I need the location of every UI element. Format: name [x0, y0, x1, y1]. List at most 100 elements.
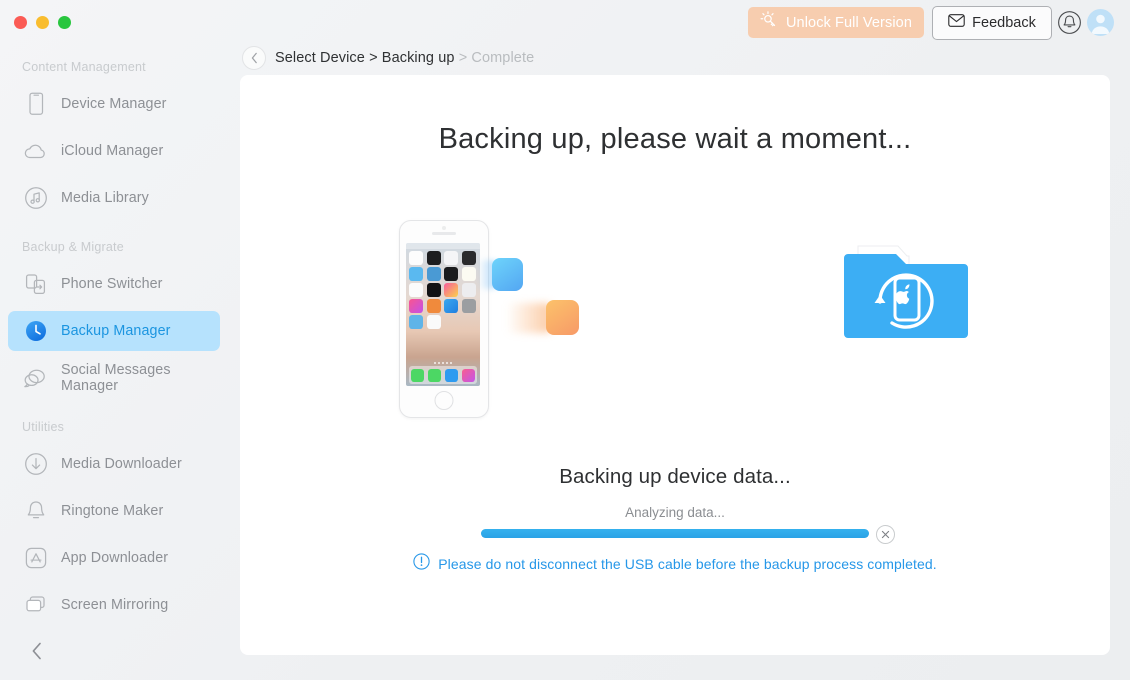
sidebar-section-title: Utilities	[22, 420, 65, 434]
sidebar-item-label: iCloud Manager	[61, 143, 164, 159]
sidebar-item-device-manager[interactable]: Device Manager	[8, 84, 220, 124]
status-title: Backing up device data...	[559, 465, 791, 488]
backup-progress-bar	[481, 529, 869, 538]
sidebar-item-label: Social Messages Manager	[61, 362, 171, 394]
app-icon	[409, 251, 423, 265]
breadcrumb-back-button[interactable]	[242, 46, 266, 70]
unlock-full-version-button[interactable]: Unlock Full Version	[748, 7, 924, 38]
bell-icon	[1058, 11, 1081, 34]
app-icon	[444, 267, 458, 281]
phone-transfer-icon	[22, 270, 50, 298]
app-icon	[409, 283, 423, 297]
app-icon-safari	[445, 368, 458, 382]
sidebar-item-media-library[interactable]: Media Library	[8, 178, 220, 218]
status-subtitle: Analyzing data...	[625, 505, 725, 520]
window-controls	[14, 16, 71, 29]
app-icon-phone	[411, 368, 424, 382]
iphone-home-screen-icon	[399, 220, 489, 418]
app-icon-music	[462, 368, 475, 382]
backup-illustration	[240, 215, 1110, 418]
phone-app-grid	[409, 251, 477, 329]
key-icon	[760, 10, 779, 35]
chat-bubbles-icon	[22, 364, 50, 392]
phone-dock	[409, 366, 477, 384]
app-icon-messages	[428, 368, 441, 382]
app-icon	[409, 299, 423, 313]
app-store-icon	[22, 544, 50, 572]
chevron-left-icon	[32, 642, 41, 660]
zoom-window-button[interactable]	[58, 16, 71, 29]
backup-folder-icon	[844, 230, 968, 345]
sidebar-item-screen-mirroring[interactable]: Screen Mirroring	[8, 585, 220, 625]
music-note-circle-icon	[22, 184, 50, 212]
app-icon	[426, 283, 441, 297]
app-icon	[444, 251, 458, 265]
app-icon	[409, 315, 423, 329]
sidebar-item-icloud-manager[interactable]: iCloud Manager	[8, 131, 220, 171]
app-icon	[426, 315, 441, 329]
close-window-button[interactable]	[14, 16, 27, 29]
title-bar: Unlock Full Version Feedback	[0, 0, 1130, 46]
sidebar-item-media-downloader[interactable]: Media Downloader	[8, 444, 220, 484]
app-icon	[444, 299, 458, 313]
app-icon	[409, 267, 423, 281]
cloud-icon	[22, 137, 50, 165]
sidebar-item-label: Screen Mirroring	[61, 597, 169, 613]
sidebar-item-app-downloader[interactable]: App Downloader	[8, 538, 220, 578]
page-title: Backing up, please wait a moment...	[438, 123, 912, 155]
screens-icon	[22, 591, 50, 619]
phone-home-button	[434, 391, 454, 410]
phone-screen	[406, 243, 480, 386]
notification-button[interactable]	[1057, 10, 1082, 35]
user-avatar-button[interactable]	[1087, 9, 1114, 36]
app-icon	[444, 283, 458, 297]
phone-status-bar	[406, 243, 480, 249]
breadcrumb-step-backing-up[interactable]: Backing up	[382, 50, 455, 66]
app-icon	[461, 251, 476, 265]
data-block-blue	[492, 258, 523, 291]
feedback-button[interactable]: Feedback	[932, 6, 1052, 40]
phone-camera	[442, 226, 446, 230]
sidebar-item-backup-manager[interactable]: Backup Manager	[8, 311, 220, 351]
app-icon	[461, 267, 476, 281]
phone-speaker	[432, 232, 456, 235]
collapse-sidebar-button[interactable]	[24, 638, 50, 664]
download-circle-icon	[22, 450, 50, 478]
user-avatar-icon	[1091, 14, 1110, 34]
app-icon	[426, 267, 441, 281]
sidebar-item-phone-switcher[interactable]: Phone Switcher	[8, 264, 220, 304]
progress-fill	[481, 529, 869, 538]
usb-warning-notice: Please do not disconnect the USB cable b…	[240, 553, 1110, 575]
phone-outline-icon	[22, 90, 50, 118]
feedback-label: Feedback	[972, 15, 1036, 31]
app-icon	[461, 283, 476, 297]
sidebar-item-social-messages-manager[interactable]: Social Messages Manager	[8, 358, 220, 398]
data-block-orange	[546, 300, 579, 335]
breadcrumb-step-select-device[interactable]: Select Device >	[275, 50, 378, 66]
sidebar-item-label: Backup Manager	[61, 323, 171, 339]
breadcrumb-steps: Select Device > Backing up > Complete	[275, 50, 534, 66]
sidebar-item-label: App Downloader	[61, 550, 169, 566]
sidebar-item-label: Phone Switcher	[61, 276, 163, 292]
sidebar-section-title: Content Management	[22, 60, 146, 74]
sidebar-item-ringtone-maker[interactable]: Ringtone Maker	[8, 491, 220, 531]
sidebar-item-label: Device Manager	[61, 96, 167, 112]
app-icon	[426, 299, 441, 313]
sidebar: Content Management Device Manager iCloud…	[0, 46, 228, 680]
content-card: Backing up, please wait a moment... Back…	[240, 75, 1110, 655]
envelope-icon	[948, 14, 965, 32]
app-icon	[461, 299, 476, 313]
sidebar-item-label: Ringtone Maker	[61, 503, 164, 519]
breadcrumb: Select Device > Backing up > Complete	[242, 45, 534, 71]
usb-warning-text: Please do not disconnect the USB cable b…	[438, 556, 937, 572]
sidebar-item-label: Media Downloader	[61, 456, 182, 472]
sidebar-item-label: Media Library	[61, 190, 149, 206]
app-window: Unlock Full Version Feedback Content Man…	[0, 0, 1130, 680]
cancel-backup-button[interactable]	[876, 525, 895, 544]
close-icon	[881, 530, 890, 539]
bell-outline-icon	[22, 497, 50, 525]
chevron-left-icon	[251, 52, 257, 64]
minimize-window-button[interactable]	[36, 16, 49, 29]
breadcrumb-step-complete: > Complete	[458, 50, 535, 66]
app-icon	[426, 251, 441, 265]
